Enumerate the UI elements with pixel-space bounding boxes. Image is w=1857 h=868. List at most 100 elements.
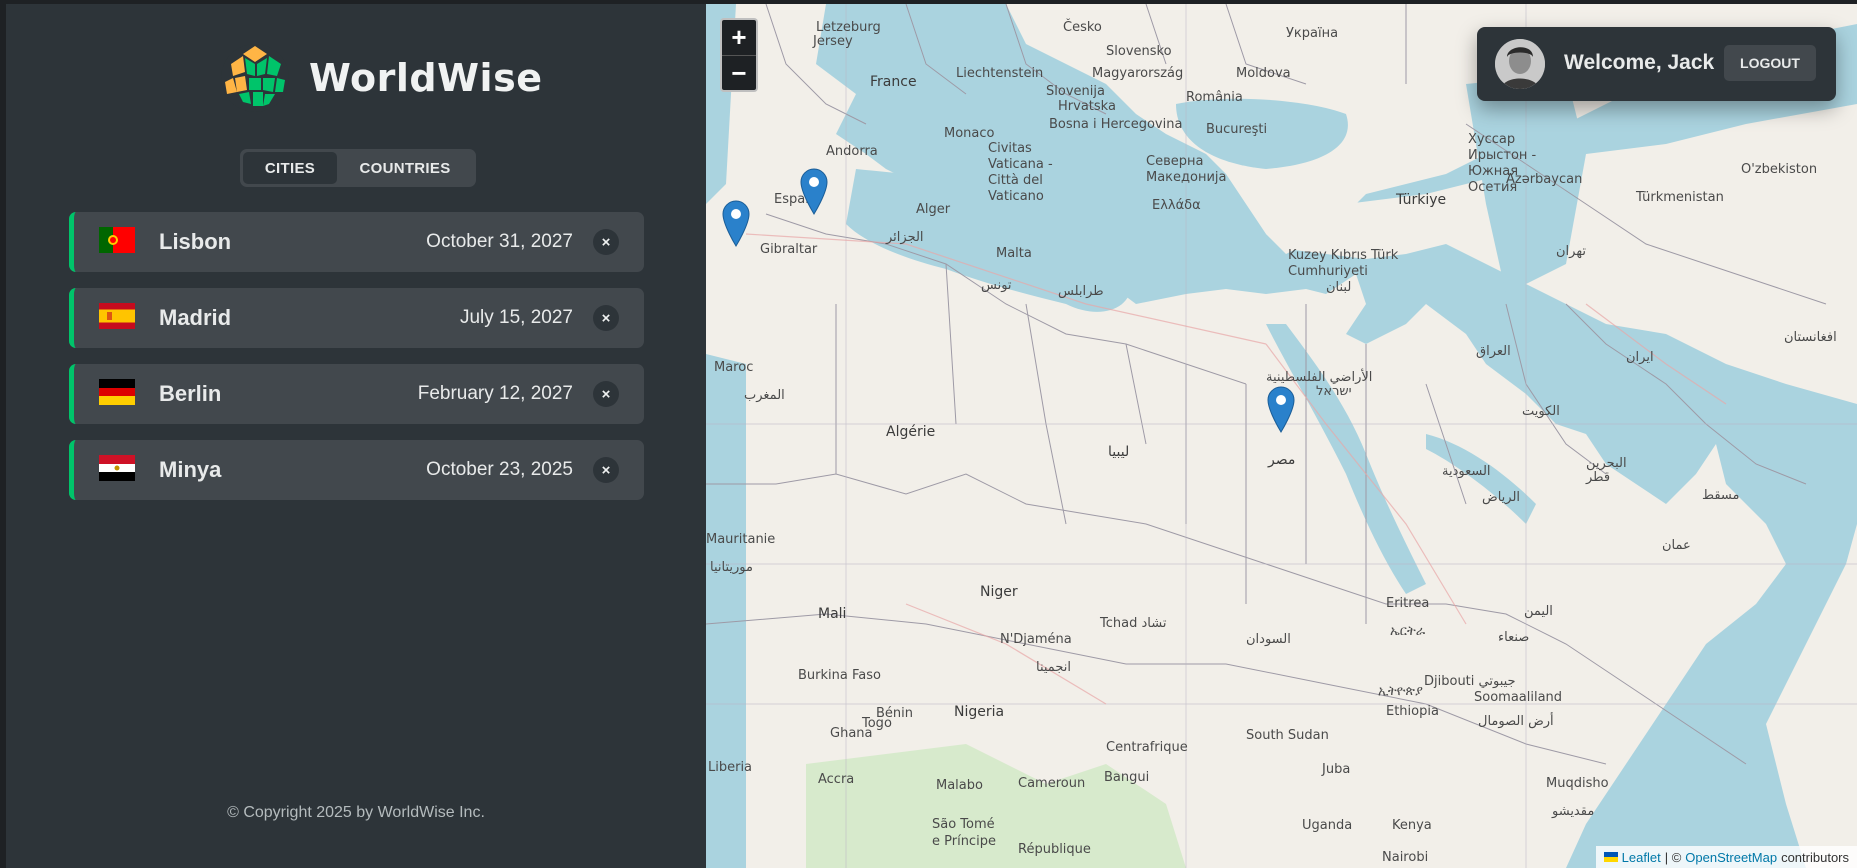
map-label: Niger [980,584,1018,600]
delete-city-button[interactable]: × [593,229,619,255]
map-label: الرياض [1482,490,1521,505]
map-label: São Tomé e Príncipe [932,817,996,849]
map-label: N'Djaména [1000,632,1072,647]
map-label: Tchad تشاد [1100,616,1167,631]
map-label: Kuzey Kıbrıs Türk Cumhuriyeti [1288,248,1399,279]
ukraine-flag-icon [1603,852,1618,862]
map-label: عمان [1662,538,1691,553]
map-label: Andorra [826,144,878,159]
welcome-text: Welcome, Jack [1564,51,1715,74]
map-marker-lisbon[interactable] [721,199,751,247]
city-name: Lisbon [159,229,232,254]
city-list: Lisbon October 31, 2027 × Madrid July 15… [69,212,644,516]
map-label: Algérie [886,424,936,440]
map-label: طرابلس [1058,284,1104,299]
map-label: Azərbaycan [1506,172,1583,187]
spain-flag-icon [99,303,135,329]
map-label: Bucureşti [1206,122,1268,137]
map-label: مسقط [1702,488,1740,503]
map[interactable]: Letzeburg Česko Україна Jersey Slovensko… [706,4,1857,868]
tab-countries[interactable]: COUNTRIES [337,152,473,184]
map-label: Ελλάδα [1152,198,1201,213]
map-label: Moldova [1236,66,1291,81]
city-name: Madrid [159,305,232,330]
delete-city-button[interactable]: × [593,305,619,331]
map-label: Bangui [1104,770,1150,785]
city-item-lisbon[interactable]: Lisbon October 31, 2027 × [69,212,644,272]
map-label: Gibraltar [760,242,818,257]
openstreetmap-link[interactable]: OpenStreetMap [1685,850,1777,865]
map-label: Eritrea [1386,596,1430,611]
map-label: Slovensko [1106,44,1172,59]
map-label: Accra [818,772,855,787]
map-label: Muqdisho [1546,776,1609,791]
zoom-out-button[interactable]: − [722,55,756,90]
map-label: Česko [1063,20,1102,35]
map-label: ኤርትራ [1390,624,1426,639]
map-marker-minya[interactable] [1266,385,1296,433]
map-label: البحرين [1586,456,1627,471]
tab-switcher: CITIES COUNTRIES [240,149,476,187]
map-label: صنعاء [1498,630,1530,645]
map-label: Juba [1322,762,1351,777]
attribution-contributors: contributors [1781,849,1849,865]
map-label: Hrvatska [1058,99,1116,114]
city-item-minya[interactable]: Minya October 23, 2025 × [69,440,644,500]
map-label: République [1018,842,1091,857]
map-label: Bosna i Hercegovina [1049,117,1183,132]
map-label: Civitas Vaticana - Città del Vaticano [988,141,1053,204]
map-label: موريتانيا [710,560,753,575]
delete-city-button[interactable]: × [593,381,619,407]
tab-cities[interactable]: CITIES [243,152,337,184]
logout-button[interactable]: LOGOUT [1724,45,1816,81]
avatar [1495,39,1545,89]
logo[interactable]: WorldWise [219,42,542,114]
city-item-berlin[interactable]: Berlin February 12, 2027 × [69,364,644,424]
sidebar: WorldWise CITIES COUNTRIES Lisbon Octobe… [6,4,706,868]
egypt-flag-icon [99,455,135,481]
map-label: Burkina Faso [798,668,881,683]
zoom-control: + − [720,18,758,92]
map-label: قطر [1586,470,1611,485]
app-root: WorldWise CITIES COUNTRIES Lisbon Octobe… [0,0,1857,868]
city-date: October 31, 2027 [426,231,573,252]
map-label: Türkiye [1396,192,1447,208]
zoom-in-button[interactable]: + [722,20,756,55]
map-label: افغانستان [1784,330,1837,345]
worldwise-logo-icon [221,44,289,112]
map-label: Liberia [708,760,753,775]
map-label: ایران [1626,350,1654,365]
map-label: Nairobi [1382,850,1429,865]
map-label: الكويت [1522,404,1560,419]
map-label: Mauritanie [706,532,776,547]
map-label: Letzeburg [816,20,881,35]
map-label: الجزائر [886,230,924,245]
map-label: اليمن [1524,604,1553,619]
user-panel: Welcome, Jack LOGOUT [1477,27,1836,101]
map-label: Liechtenstein [956,66,1044,81]
map-label: Україна [1286,26,1339,41]
map-label: Monaco [944,126,995,141]
map-label: تونس [981,278,1012,293]
germany-flag-icon [99,379,135,405]
map-label: Ethiopia [1386,704,1439,719]
app-name: WorldWise [309,56,543,100]
map-label: South Sudan [1246,728,1329,743]
map-label: السودان [1246,632,1291,647]
map-label: المغرب [744,388,785,403]
map-label: Jersey [813,34,853,49]
city-name: Minya [159,457,222,482]
map-label: العراق [1476,344,1511,359]
map-marker-madrid[interactable] [799,167,829,215]
city-item-madrid[interactable]: Madrid July 15, 2027 × [69,288,644,348]
map-label: مصر [1268,452,1296,468]
portugal-flag-icon [99,227,135,253]
map-label: السعودية [1442,464,1491,479]
map-label: Mali [818,606,847,622]
map-label: Türkmenistan [1636,190,1724,205]
map-label: Uganda [1302,818,1353,833]
leaflet-link[interactable]: Leaflet [1622,850,1661,865]
map-label: Soomaaliland [1474,690,1563,705]
city-name: Berlin [159,381,222,406]
delete-city-button[interactable]: × [593,457,619,483]
